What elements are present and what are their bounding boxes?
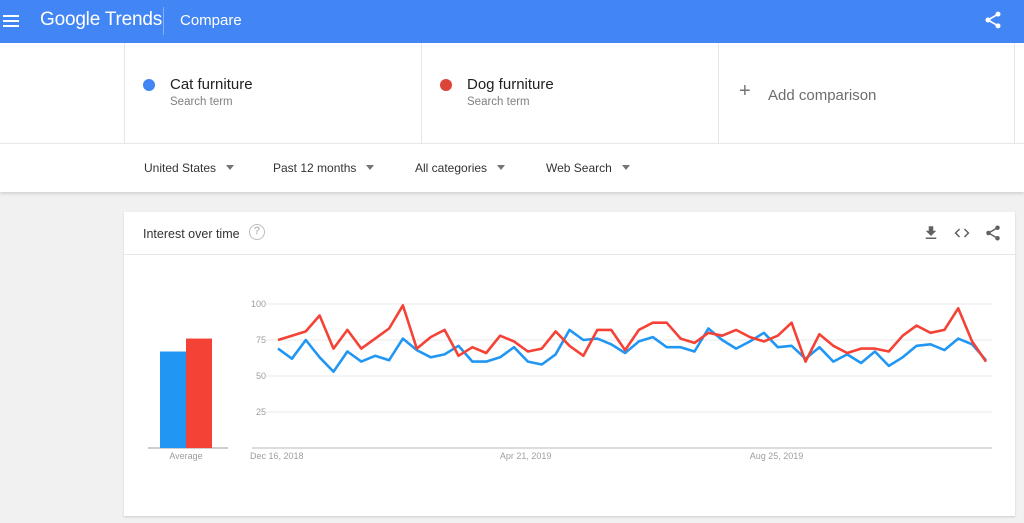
hamburger-menu-icon[interactable] [3,12,19,30]
term-type: Search term [170,96,233,108]
plus-icon: + [739,80,751,102]
comparison-terms-bar: Cat furniture Search term Dog furniture … [0,43,1024,143]
share-icon[interactable] [983,10,1003,30]
filter-time-range-dropdown[interactable]: Past 12 months [273,161,375,175]
logo-google-text: Google [40,9,101,30]
filter-bar: United States Past 12 months All categor… [0,143,1024,192]
logo-trends-text: Trends [104,9,163,30]
x-tick-label: Dec 16, 2018 [250,451,304,461]
filter-label: Web Search [546,161,612,175]
interest-over-time-card: Interest over time ? 25 50 75 100 Dec 16, 20… [124,212,1015,516]
y-tick-label: 50 [256,371,266,381]
dropdown-caret-icon [497,165,506,170]
header-divider [163,7,164,35]
term-name: Dog furniture [467,76,554,93]
x-tick-label: Apr 21, 2019 [500,451,552,461]
add-comparison-button[interactable]: + Add comparison [718,43,1015,143]
term-name: Cat furniture [170,76,253,93]
average-label: Average [169,451,202,461]
top-app-bar: Google Trends Compare [0,0,1024,43]
average-bar [186,338,212,448]
series-color-dot [143,79,155,91]
add-comparison-label: Add comparison [768,87,877,104]
dropdown-caret-icon [366,165,375,170]
interest-over-time-chart[interactable]: 25 50 75 100 Dec 16, 2018 Apr 21, 2019 Aug 25,… [124,212,1015,516]
x-tick-label: Aug 25, 2019 [750,451,804,461]
y-tick-label: 75 [256,335,266,345]
average-bar [160,351,186,448]
filter-search-type-dropdown[interactable]: Web Search [546,161,630,175]
filter-label: All categories [415,161,488,175]
filter-label: United States [144,161,217,175]
term-card-dog-furniture[interactable]: Dog furniture Search term [421,43,718,143]
filter-label: Past 12 months [273,161,357,175]
series-line [277,304,988,363]
dropdown-caret-icon [621,165,630,170]
page-title: Compare [180,12,242,29]
filter-category-dropdown[interactable]: All categories [415,161,506,175]
y-tick-label: 25 [256,407,266,417]
term-type: Search term [467,96,530,108]
google-trends-logo[interactable]: Google Trends [40,9,162,31]
term-card-cat-furniture[interactable]: Cat furniture Search term [124,43,421,143]
y-tick-label: 100 [251,299,266,309]
series-color-dot [440,79,452,91]
dropdown-caret-icon [226,165,235,170]
filter-region-dropdown[interactable]: United States [144,161,235,175]
